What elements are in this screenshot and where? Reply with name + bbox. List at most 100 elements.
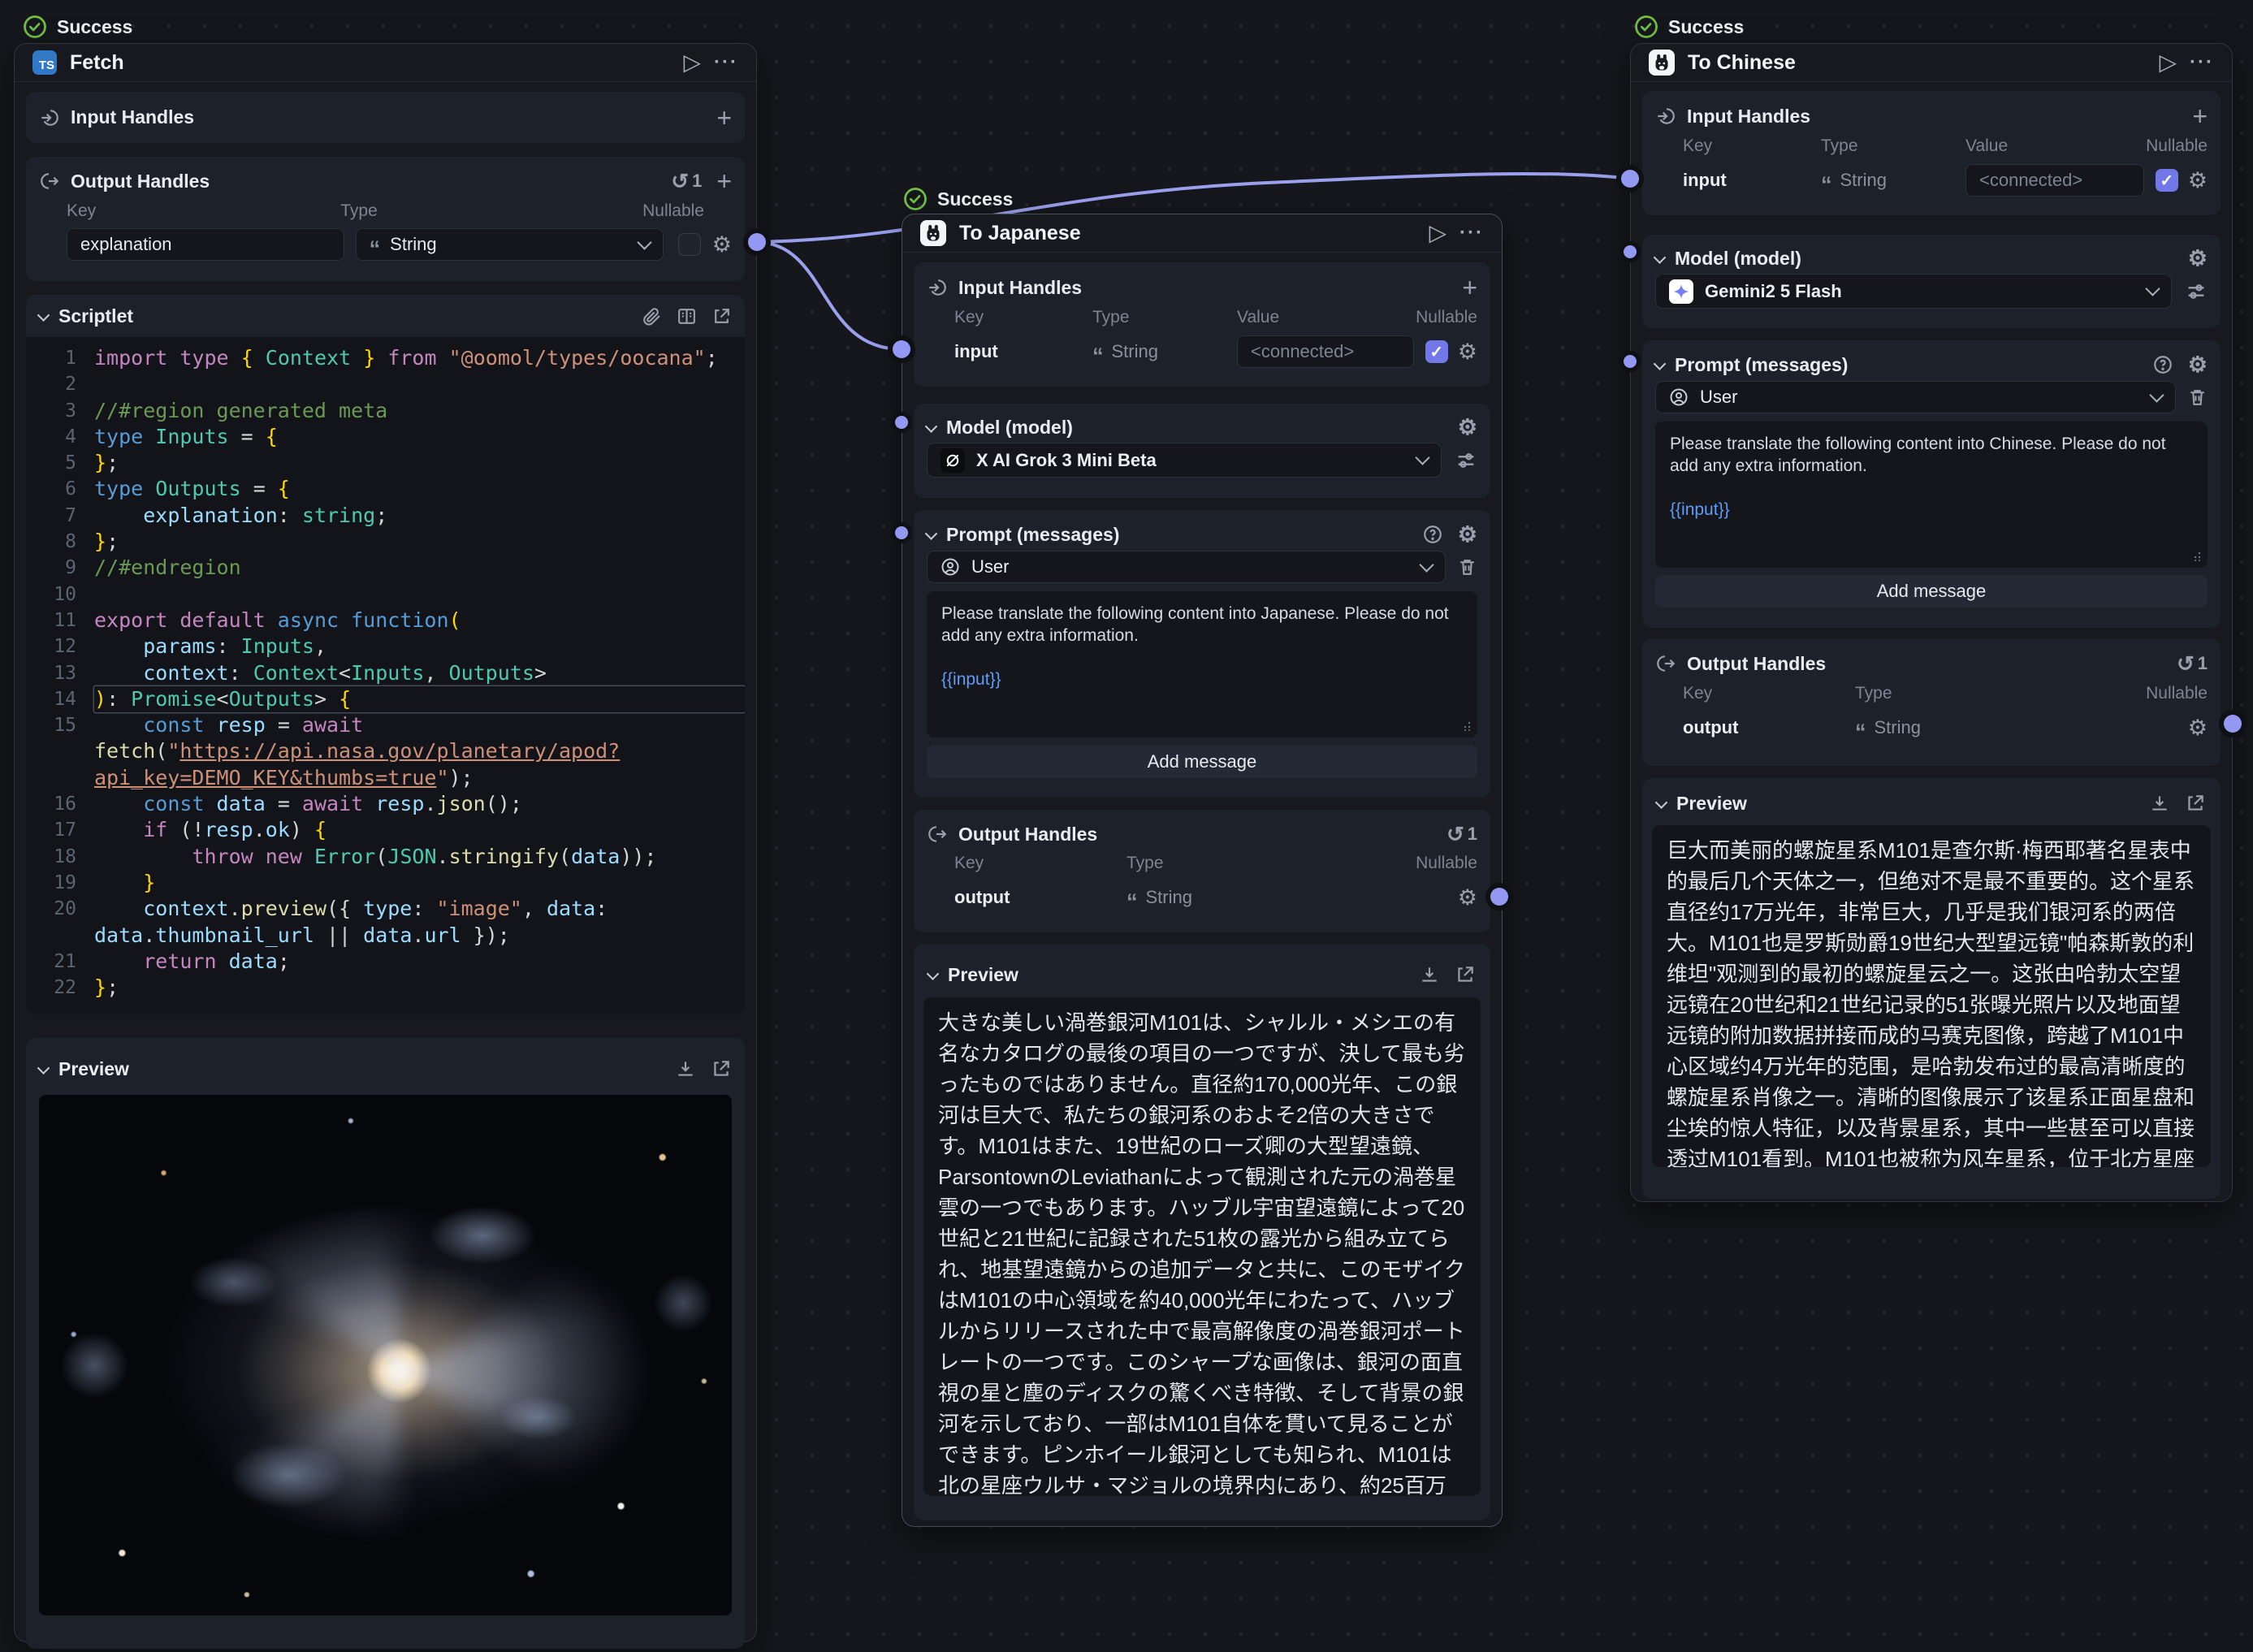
node-fetch[interactable]: TS Fetch ▷ ··· Input Handles + Output Ha… xyxy=(14,43,757,1642)
collapse-chevron-icon[interactable] xyxy=(925,527,938,540)
handle-key: input xyxy=(954,341,1092,362)
col-nullable: Nullable xyxy=(2146,684,2208,703)
handle-settings-button[interactable]: ⚙ xyxy=(2188,170,2208,192)
collapse-chevron-icon[interactable] xyxy=(1655,796,1668,809)
nullable-checkbox[interactable] xyxy=(678,233,701,256)
status-badge-chinese: Success xyxy=(1634,15,1744,39)
handle-settings-button[interactable]: ⚙ xyxy=(712,234,732,256)
nullable-checkbox[interactable]: ✓ xyxy=(2156,169,2178,192)
section-label: Model (model) xyxy=(946,417,1073,439)
input-handle-icon xyxy=(39,107,60,128)
handle-settings-button[interactable]: ⚙ xyxy=(2188,717,2208,739)
collapse-chevron-icon[interactable] xyxy=(1654,251,1667,264)
flow-canvas[interactable]: Success Success Success TS Fetch ▷ ··· xyxy=(0,0,2253,1652)
add-input-handle-button[interactable]: + xyxy=(1462,275,1477,301)
prompt-settings-button[interactable]: ⚙ xyxy=(2188,354,2208,376)
status-label: Success xyxy=(57,16,132,38)
run-node-button[interactable]: ▷ xyxy=(1429,222,1447,244)
handle-history-button[interactable]: ↺1 xyxy=(1447,822,1477,847)
edge-fetch-to-japanese[interactable] xyxy=(757,242,902,349)
cn-input-handles-card: Input Handles + Key Type Value Nullable … xyxy=(1642,91,2221,215)
add-message-button[interactable]: Add message xyxy=(927,746,1477,778)
col-key: Key xyxy=(954,308,1092,327)
collapse-chevron-icon[interactable] xyxy=(37,1062,50,1075)
model-settings-button[interactable]: ⚙ xyxy=(1458,417,1477,439)
help-icon[interactable] xyxy=(1422,524,1443,545)
model-select[interactable]: X AI Grok 3 Mini Beta xyxy=(927,443,1442,478)
download-icon[interactable] xyxy=(2149,793,2170,814)
node-to-japanese-header[interactable]: To Japanese ▷ ··· xyxy=(902,214,1502,253)
node-menu-button[interactable]: ··· xyxy=(2190,53,2214,72)
output-type-select[interactable]: “ String xyxy=(356,228,664,261)
open-external-icon[interactable] xyxy=(1455,964,1476,985)
node-to-japanese[interactable]: To Japanese ▷ ··· Input Handles + Key Ty… xyxy=(902,214,1503,1527)
delete-message-icon[interactable] xyxy=(2187,387,2208,408)
japanese-model-port[interactable] xyxy=(895,416,908,429)
message-role-select[interactable]: User xyxy=(1655,381,2176,413)
japanese-input-port[interactable] xyxy=(893,340,910,358)
japanese-output-port[interactable] xyxy=(1490,888,1508,906)
success-check-icon xyxy=(23,15,47,39)
handle-settings-button[interactable]: ⚙ xyxy=(1458,887,1477,909)
download-icon[interactable] xyxy=(675,1058,696,1079)
japanese-prompt-port[interactable] xyxy=(895,526,908,539)
chinese-output-port[interactable] xyxy=(2224,715,2242,733)
section-label: Output Handles xyxy=(71,171,210,192)
resize-handle[interactable] xyxy=(2191,551,2201,561)
add-message-button[interactable]: Add message xyxy=(1655,575,2208,608)
chinese-model-port[interactable] xyxy=(1624,245,1637,258)
node-to-chinese-header[interactable]: To Chinese ▷ ··· xyxy=(1631,44,2232,82)
open-external-icon[interactable] xyxy=(2185,793,2206,814)
delete-message-icon[interactable] xyxy=(1457,557,1477,577)
model-select[interactable]: Gemini2 5 Flash xyxy=(1655,274,2172,309)
message-role-select[interactable]: User xyxy=(927,551,1446,583)
cn-prompt-card: Prompt (messages) ⚙ User xyxy=(1642,340,2221,628)
node-menu-button[interactable]: ··· xyxy=(714,53,738,72)
value-connected-field[interactable]: <connected> xyxy=(1237,335,1414,368)
model-settings-button[interactable]: ⚙ xyxy=(2188,248,2208,270)
add-input-handle-button[interactable]: + xyxy=(2192,103,2208,129)
user-icon xyxy=(941,557,960,577)
prompt-textarea[interactable]: Please translate the following content i… xyxy=(1655,422,2208,568)
run-node-button[interactable]: ▷ xyxy=(2159,51,2177,74)
collapse-chevron-icon[interactable] xyxy=(927,967,940,980)
collapse-chevron-icon[interactable] xyxy=(925,420,938,433)
fetch-output-port[interactable] xyxy=(748,233,766,251)
run-node-button[interactable]: ▷ xyxy=(683,51,701,74)
node-menu-button[interactable]: ··· xyxy=(1459,223,1484,243)
collapse-chevron-icon[interactable] xyxy=(37,309,50,322)
add-input-handle-button[interactable]: + xyxy=(716,105,732,131)
handle-settings-button[interactable]: ⚙ xyxy=(1458,341,1477,363)
col-type: Type xyxy=(1126,854,1416,873)
handle-key: output xyxy=(1683,717,1855,738)
prompt-settings-button[interactable]: ⚙ xyxy=(1458,524,1477,546)
model-params-sliders-icon[interactable] xyxy=(2185,280,2208,303)
open-external-icon[interactable] xyxy=(711,1058,732,1079)
open-editor-icon[interactable] xyxy=(677,306,697,327)
attachment-icon[interactable] xyxy=(642,306,662,327)
handle-history-button[interactable]: ↺1 xyxy=(2177,651,2208,677)
code-editor[interactable]: 1import type { Context } from "@oomol/ty… xyxy=(26,337,745,1014)
node-fetch-header[interactable]: TS Fetch ▷ ··· xyxy=(15,44,756,82)
handle-history-button[interactable]: ↺1 xyxy=(671,169,702,194)
node-title: To Chinese xyxy=(1688,51,2146,75)
japanese-output-preview: 大きな美しい渦巻銀河M101は、シャルル・メシエの有名なカタログの最後の項目の一… xyxy=(923,997,1481,1496)
node-to-chinese[interactable]: To Chinese ▷ ··· Input Handles + Key Typ… xyxy=(1630,43,2233,1202)
value-connected-field[interactable]: <connected> xyxy=(1965,164,2144,197)
download-icon[interactable] xyxy=(1419,964,1440,985)
chinese-input-port[interactable] xyxy=(1621,170,1639,188)
user-icon xyxy=(1669,387,1689,407)
chevron-down-icon xyxy=(2145,281,2160,296)
success-check-icon xyxy=(1634,15,1658,39)
collapse-chevron-icon[interactable] xyxy=(1654,357,1667,370)
add-output-handle-button[interactable]: + xyxy=(716,168,732,194)
output-key-input[interactable]: explanation xyxy=(67,228,344,261)
prompt-textarea[interactable]: Please translate the following content i… xyxy=(927,591,1477,737)
nullable-checkbox[interactable]: ✓ xyxy=(1425,340,1448,363)
model-params-sliders-icon[interactable] xyxy=(1455,449,1477,472)
chinese-prompt-port[interactable] xyxy=(1624,355,1637,368)
resize-handle[interactable] xyxy=(1461,721,1471,731)
open-external-icon[interactable] xyxy=(711,306,732,327)
input-handle-icon xyxy=(927,277,948,298)
help-icon[interactable] xyxy=(2152,354,2173,375)
